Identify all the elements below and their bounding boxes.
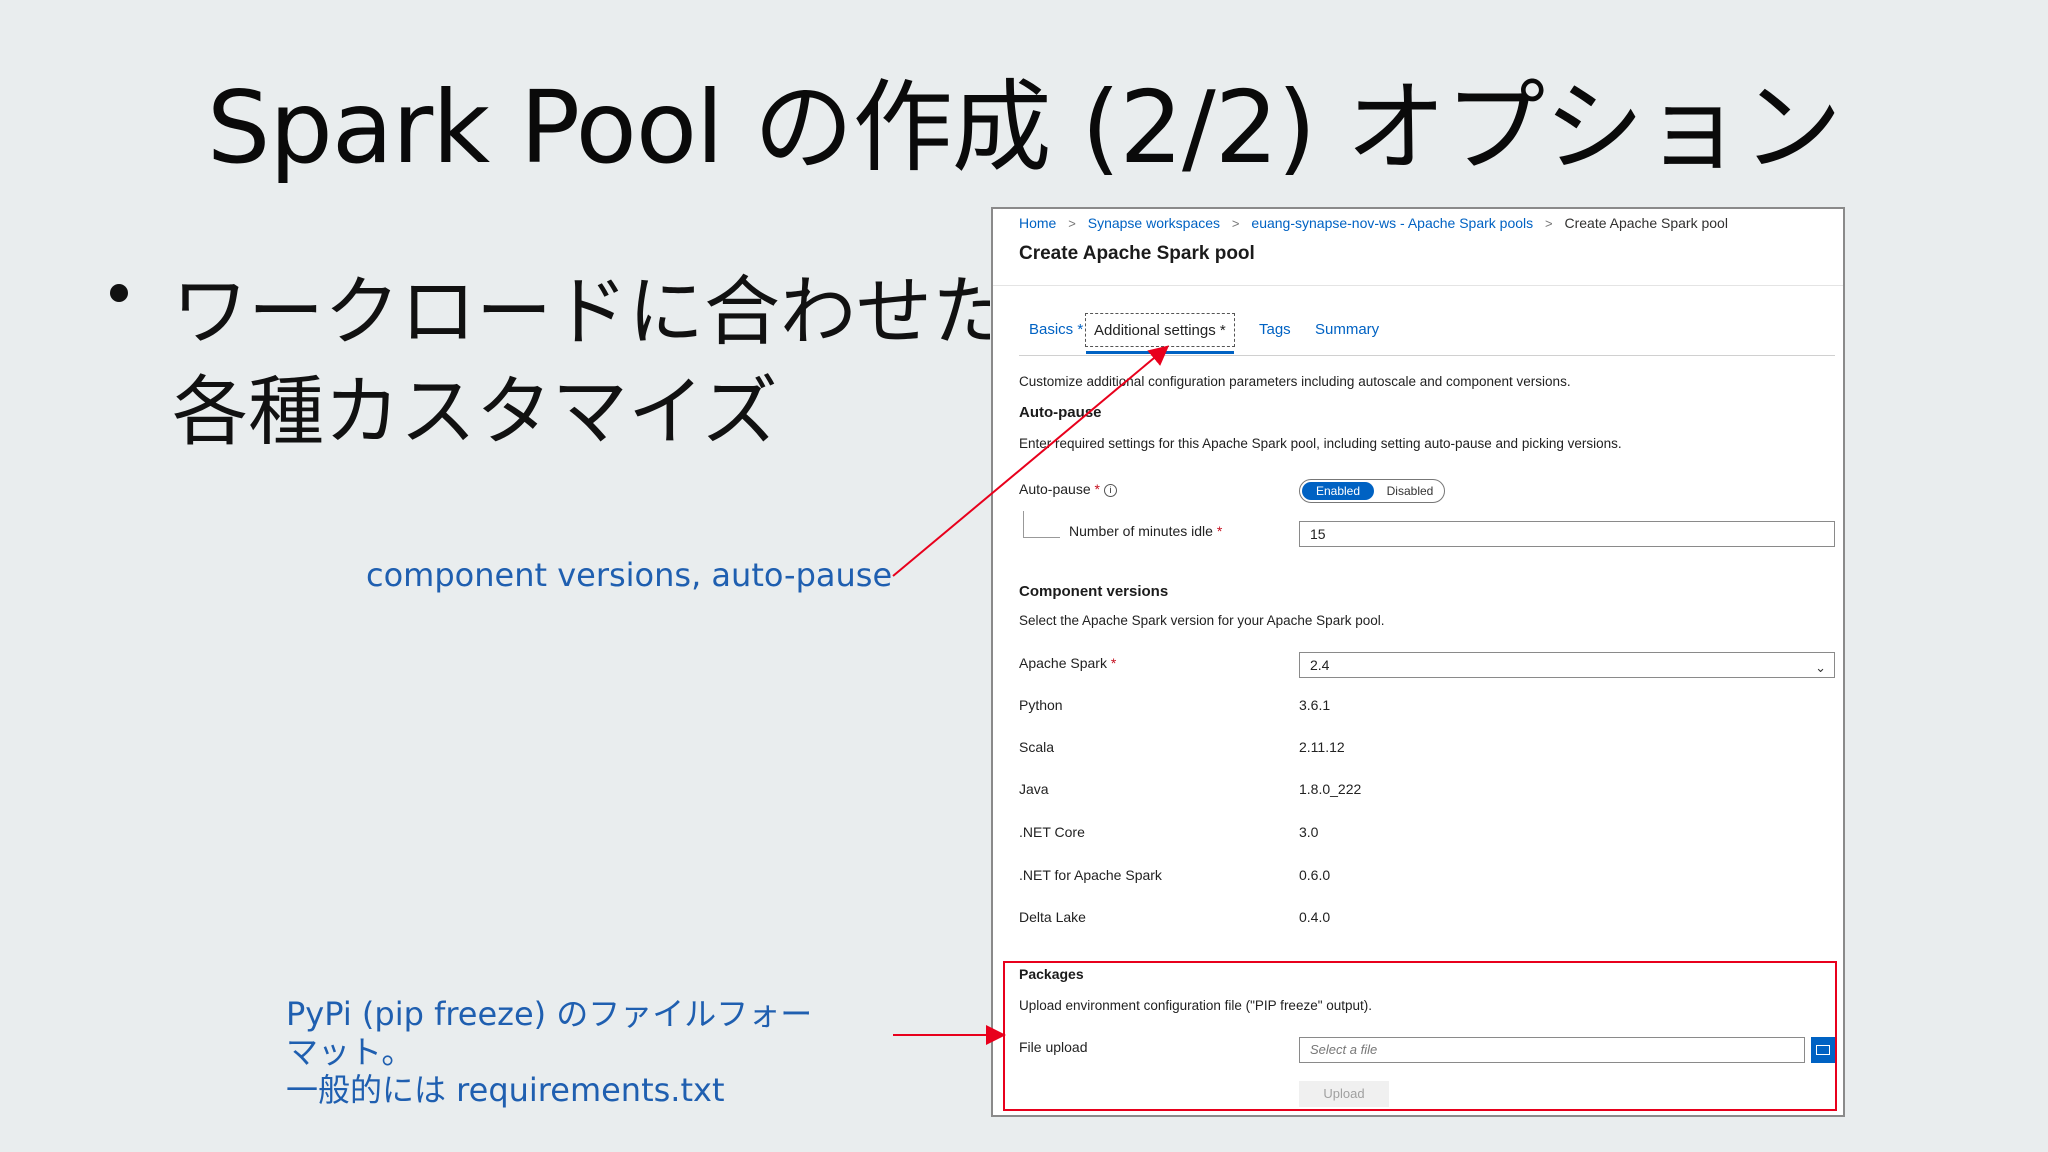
tab-additional-settings[interactable]: Additional settings * <box>1085 313 1235 354</box>
breadcrumb-workspaces[interactable]: Synapse workspaces <box>1088 215 1220 231</box>
tab-summary[interactable]: Summary <box>1315 313 1379 347</box>
chevron-right-icon: > <box>1231 216 1240 231</box>
toggle-disabled[interactable]: Disabled <box>1380 482 1440 500</box>
tab-basics-label: Basics <box>1029 321 1074 338</box>
breadcrumb-home[interactable]: Home <box>1019 215 1056 231</box>
slide-title: Spark Pool の作成 (2/2) オプション <box>206 69 1842 186</box>
component-label-dotnet-spark: .NET for Apache Spark <box>1019 867 1162 883</box>
component-versions-heading: Component versions <box>1019 583 1169 600</box>
component-value-java: 1.8.0_222 <box>1299 781 1362 797</box>
required-mark: * <box>1110 655 1117 671</box>
component-versions-description: Select the Apache Spark version for your… <box>1019 613 1385 628</box>
required-mark: * <box>1077 321 1084 338</box>
component-value-python: 3.6.1 <box>1299 697 1331 713</box>
info-icon[interactable]: i <box>1103 484 1117 497</box>
apache-spark-selected-value: 2.4 <box>1310 657 1330 673</box>
callout-component-versions: component versions, auto-pause <box>366 556 893 594</box>
component-value-dotnet-spark: 0.6.0 <box>1299 867 1331 883</box>
required-mark: * <box>1094 481 1100 497</box>
page-title: Create Apache Spark pool <box>1019 243 1255 264</box>
apache-spark-label-text: Apache Spark <box>1019 655 1107 671</box>
component-label-delta-lake: Delta Lake <box>1019 909 1086 925</box>
component-label-python: Python <box>1019 697 1063 713</box>
autopause-toggle[interactable]: Enabled Disabled <box>1299 479 1445 503</box>
chevron-down-icon: ⌄ <box>1815 660 1826 675</box>
breadcrumb-spark-pools[interactable]: euang-synapse-nov-ws - Apache Spark pool… <box>1251 215 1533 231</box>
minutes-idle-input[interactable]: 15 <box>1299 521 1835 547</box>
callout-pypi-line-3: 一般的には requirements.txt <box>286 1071 725 1109</box>
autopause-label: Auto-pause * i <box>1019 481 1117 497</box>
tab-basics[interactable]: Basics * <box>1029 313 1083 347</box>
autopause-label-text: Auto-pause <box>1019 481 1091 497</box>
tab-tags[interactable]: Tags <box>1259 313 1291 347</box>
breadcrumb-current: Create Apache Spark pool <box>1564 215 1728 231</box>
divider <box>993 285 1843 286</box>
callout-pypi: PyPi (pip freeze) のファイルフォー マット。 一般的には re… <box>286 995 812 1109</box>
callout-pypi-line-1: PyPi (pip freeze) のファイルフォー <box>286 995 813 1033</box>
breadcrumb: Home > Synapse workspaces > euang-synaps… <box>1019 215 1728 231</box>
tab-bar: Basics * Additional settings * Tags Summ… <box>1019 313 1835 356</box>
tab-additional-label: Additional settings <box>1094 322 1216 339</box>
component-label-scala: Scala <box>1019 739 1055 755</box>
required-mark: * <box>1219 322 1226 339</box>
callout-pypi-line-2: マット。 <box>286 1033 414 1071</box>
bullet-dot <box>110 284 128 302</box>
component-label-dotnet-core: .NET Core <box>1019 824 1085 840</box>
toggle-enabled[interactable]: Enabled <box>1302 482 1374 500</box>
component-value-scala: 2.11.12 <box>1299 739 1345 755</box>
autopause-description: Enter required settings for this Apache … <box>1019 436 1622 451</box>
portal-screenshot: Home > Synapse workspaces > euang-synaps… <box>991 207 1845 1117</box>
bullet-line-1: ワークロードに合わせた <box>172 267 990 356</box>
component-label-java: Java <box>1019 781 1049 797</box>
minutes-idle-label: Number of minutes idle * <box>1069 523 1222 539</box>
minutes-idle-label-text: Number of minutes idle <box>1069 523 1213 539</box>
chevron-right-icon: > <box>1068 216 1076 231</box>
chevron-right-icon: > <box>1545 216 1553 231</box>
autopause-heading: Auto-pause <box>1019 404 1102 421</box>
additional-settings-description: Customize additional configuration param… <box>1019 374 1571 389</box>
apache-spark-label: Apache Spark * <box>1019 655 1116 671</box>
apache-spark-select[interactable]: 2.4 ⌄ <box>1299 652 1835 678</box>
tree-connector <box>1023 511 1060 538</box>
bullet-line-2: 各種カスタマイズ <box>172 367 778 456</box>
component-value-dotnet-core: 3.0 <box>1299 824 1319 840</box>
packages-highlight-box <box>1003 961 1837 1111</box>
bullet-point: ワークロードに合わせた 各種カスタマイズ <box>110 262 990 462</box>
component-value-delta-lake: 0.4.0 <box>1299 909 1331 925</box>
required-mark: * <box>1216 523 1223 539</box>
